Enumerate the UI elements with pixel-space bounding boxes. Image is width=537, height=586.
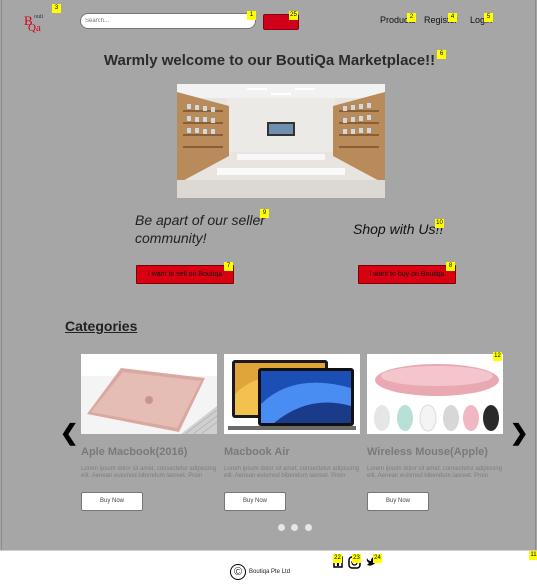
carousel-dots [278, 518, 314, 536]
store-interior-image [177, 84, 385, 198]
boutiqa-logo[interactable]: B outi Qa [24, 13, 58, 35]
product-description: Lorem ipsum dolor sit amet, consectetur … [224, 466, 360, 479]
search-input[interactable] [80, 13, 256, 29]
copyright: © Boutiqa Pte Ltd [230, 564, 290, 580]
marker-badge: 3 [52, 4, 61, 13]
buy-on-boutiqa-button[interactable]: I want to buy on Boutiqa [358, 265, 456, 284]
marker-badge: 24 [373, 554, 382, 563]
marker-badge: 12 [493, 352, 502, 361]
seller-community-text: Be apart of our seller community! [135, 212, 265, 246]
marker-badge: 9 [260, 209, 269, 218]
product-name: Macbook Air [224, 446, 290, 458]
carousel-dot[interactable] [278, 524, 285, 531]
marker-badge: 2 [407, 13, 416, 22]
shop-with-us-text: Shop with Us!! [353, 221, 444, 237]
product-card: Macbook Air Lorem ipsum dolor sit amet, … [224, 354, 360, 511]
chevron-left-icon[interactable]: ❮ [60, 420, 78, 446]
marker-badge: 10 [435, 219, 444, 228]
product-name: Aple Macbook(2016) [81, 446, 188, 458]
welcome-heading: Warmly welcome to our BoutiQa Marketplac… [103, 52, 436, 69]
footer: © Boutiqa Pte Ltd 22 23 24 11 [0, 550, 537, 586]
marker-badge: 23 [352, 554, 361, 563]
carousel-dot[interactable] [291, 524, 299, 531]
logo-letter: Qa [28, 22, 41, 34]
macbook-2016-image[interactable] [81, 354, 217, 434]
copyright-text: Boutiqa Pte Ltd [249, 569, 291, 575]
marker-badge: 22 [333, 554, 342, 563]
product-card: Aple Macbook(2016) Lorem ipsum dolor sit… [81, 354, 217, 511]
macbook-air-image[interactable] [224, 354, 360, 434]
sell-on-boutiqa-button[interactable]: I want to sell on Boutiqa [136, 265, 234, 284]
product-card: Wireless Mouse(Apple) Lorem ipsum dolor … [367, 354, 503, 511]
marker-badge: 4 [448, 13, 457, 22]
copyright-icon: © [230, 564, 246, 580]
marker-badge: 6 [437, 50, 446, 59]
marker-badge: 1 [247, 11, 256, 20]
product-description: Lorem ipsum dolor sit amet, consectetur … [81, 466, 217, 479]
chevron-right-icon[interactable]: ❯ [510, 420, 528, 446]
carousel-dot[interactable] [304, 524, 312, 531]
page: B outi Qa 3 1 25 Products 2 Register 4 L… [1, 0, 536, 550]
buy-now-button[interactable]: Buy Now [224, 492, 286, 511]
logo-letter: outi [34, 14, 44, 20]
product-description: Lorem ipsum dolor sit amet, consectetur … [367, 466, 503, 479]
buy-now-button[interactable]: Buy Now [367, 492, 429, 511]
categories-heading: Categories [65, 318, 138, 334]
wireless-mouse-image[interactable] [367, 354, 503, 434]
marker-badge: 25 [289, 11, 298, 20]
marker-badge: 7 [224, 262, 233, 271]
product-name: Wireless Mouse(Apple) [367, 446, 488, 458]
marker-badge: 8 [446, 262, 455, 271]
buy-now-button[interactable]: Buy Now [81, 492, 143, 511]
marker-badge: 5 [484, 13, 493, 22]
marker-badge: 11 [529, 551, 537, 560]
